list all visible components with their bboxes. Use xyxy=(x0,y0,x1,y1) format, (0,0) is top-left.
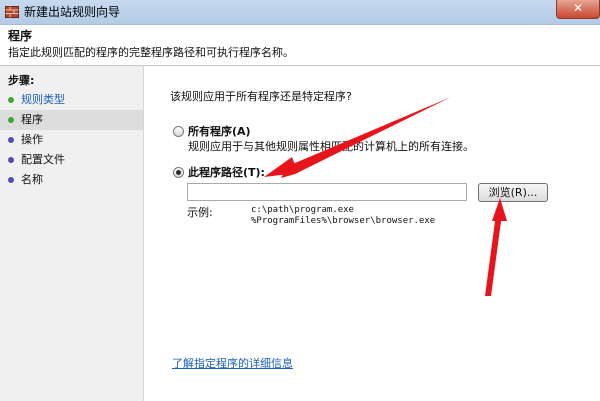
steps-panel: 步骤: 规则类型 程序 操作 配置文件 名称 xyxy=(0,66,144,401)
step-action[interactable]: 操作 xyxy=(0,130,143,150)
title-bar: 新建出站规则向导 ✕ xyxy=(0,0,600,25)
browse-button[interactable]: 浏览(R)... xyxy=(478,183,548,202)
radio-selected-dot-icon xyxy=(176,170,181,175)
close-button[interactable]: ✕ xyxy=(556,0,600,19)
window-title: 新建出站规则向导 xyxy=(24,5,121,19)
firewall-rule-wizard-window: 新建出站规则向导 ✕ 程序 指定此规则匹配的程序的完整程序路径和可执行程序名称。… xyxy=(0,0,600,401)
step-pending-bullet-icon xyxy=(8,157,14,163)
step-program[interactable]: 程序 xyxy=(0,110,143,130)
step-label: 规则类型 xyxy=(21,93,65,106)
step-label: 操作 xyxy=(21,133,43,146)
all-programs-label[interactable]: 所有程序(A) xyxy=(188,123,251,139)
step-profile[interactable]: 配置文件 xyxy=(0,150,143,170)
step-name[interactable]: 名称 xyxy=(0,170,143,190)
program-path-radio[interactable] xyxy=(173,167,184,178)
step-pending-bullet-icon xyxy=(8,137,14,143)
example-path-line: c:\path\program.exe xyxy=(251,205,354,215)
step-label: 程序 xyxy=(21,113,43,126)
step-current-bullet-icon xyxy=(8,117,14,123)
program-path-label[interactable]: 此程序路径(T): xyxy=(188,164,265,180)
page-description: 指定此规则匹配的程序的完整程序路径和可执行程序名称。 xyxy=(8,46,294,59)
page-header: 程序 指定此规则匹配的程序的完整程序路径和可执行程序名称。 xyxy=(0,25,600,66)
content-panel: 该规则应用于所有程序还是特定程序? 所有程序(A) 规则应用于与其他规则属性相匹… xyxy=(144,66,600,401)
step-label: 配置文件 xyxy=(21,153,65,166)
step-rule-type[interactable]: 规则类型 xyxy=(0,90,143,110)
example-path-line: %ProgramFiles%\browser\browser.exe xyxy=(251,216,436,226)
page-title: 程序 xyxy=(8,29,33,43)
scope-question: 该规则应用于所有程序还是特定程序? xyxy=(170,90,352,103)
firewall-wall-icon xyxy=(5,6,19,18)
all-programs-description: 规则应用于与其他规则属性相匹配的计算机上的所有连接。 xyxy=(188,140,474,153)
step-label: 名称 xyxy=(21,173,43,186)
example-label: 示例: xyxy=(187,206,213,219)
program-path-input[interactable] xyxy=(187,183,467,201)
step-pending-bullet-icon xyxy=(8,177,14,183)
learn-more-link[interactable]: 了解指定程序的详细信息 xyxy=(172,355,293,371)
step-done-bullet-icon xyxy=(8,97,14,103)
all-programs-radio[interactable] xyxy=(173,126,184,137)
steps-title: 步骤: xyxy=(8,74,35,87)
